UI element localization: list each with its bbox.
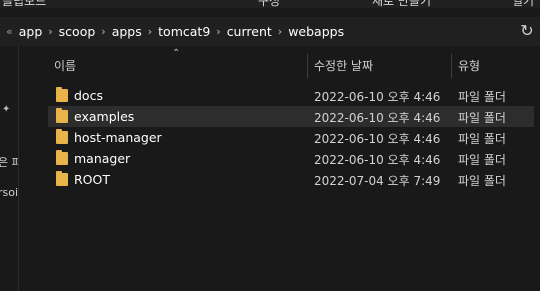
file-row[interactable]: examples 2022-06-10 오후 4:46 파일 폴더 bbox=[48, 106, 534, 127]
chevron-right-icon[interactable]: › bbox=[214, 25, 222, 38]
file-date: 2022-06-10 오후 4:46 bbox=[314, 90, 441, 104]
file-type: 파일 폴더 bbox=[458, 153, 506, 167]
file-type: 파일 폴더 bbox=[458, 90, 506, 104]
nav-item-fragment[interactable]: 은 파 bbox=[0, 154, 18, 170]
chevron-right-icon[interactable]: › bbox=[276, 25, 284, 38]
column-divider[interactable] bbox=[451, 54, 452, 78]
breadcrumb-item-webapps[interactable]: webapps bbox=[284, 24, 348, 39]
column-header-name[interactable]: 이름 bbox=[54, 57, 76, 74]
folder-icon bbox=[56, 129, 68, 144]
folder-icon bbox=[56, 108, 68, 123]
breadcrumb-item-tomcat9[interactable]: tomcat9 bbox=[154, 24, 214, 39]
file-row[interactable]: manager 2022-06-10 오후 4:46 파일 폴더 bbox=[48, 148, 534, 169]
ribbon-new-label: 새로 만들기 bbox=[372, 0, 432, 8]
pin-icon: ✦ bbox=[2, 104, 11, 115]
folder-icon bbox=[56, 150, 68, 165]
chevron-right-icon[interactable]: › bbox=[146, 25, 154, 38]
breadcrumb-item-scoop[interactable]: scoop bbox=[55, 24, 100, 39]
ribbon-open-label: 열기 bbox=[512, 0, 535, 8]
breadcrumb-item-current[interactable]: current bbox=[223, 24, 276, 39]
column-divider[interactable] bbox=[307, 54, 308, 78]
file-row[interactable]: docs 2022-06-10 오후 4:46 파일 폴더 bbox=[48, 85, 534, 106]
file-row[interactable]: host-manager 2022-06-10 오후 4:46 파일 폴더 bbox=[48, 127, 534, 148]
chevron-right-icon[interactable]: › bbox=[99, 25, 107, 38]
ribbon-clipboard-label: 클립보드 bbox=[2, 0, 47, 8]
sort-up-icon: ⌃ bbox=[172, 48, 181, 59]
file-date: 2022-07-04 오후 7:49 bbox=[314, 174, 441, 188]
file-name: manager bbox=[74, 151, 131, 166]
file-date: 2022-06-10 오후 4:46 bbox=[314, 132, 441, 146]
file-type: 파일 폴더 bbox=[458, 132, 506, 146]
file-name: examples bbox=[74, 109, 135, 124]
folder-icon bbox=[56, 87, 68, 102]
refresh-icon[interactable]: ↻ bbox=[518, 22, 536, 40]
file-name: docs bbox=[74, 88, 103, 103]
file-name: host-manager bbox=[74, 130, 162, 145]
navigation-pane[interactable]: ✦ 은 파 rsoi bbox=[0, 46, 19, 291]
ribbon-organize-label: 구성 bbox=[258, 0, 281, 8]
overflow-chevron-icon[interactable]: « bbox=[0, 25, 15, 38]
breadcrumb-item-app[interactable]: app bbox=[15, 24, 47, 39]
file-type: 파일 폴더 bbox=[458, 111, 506, 125]
breadcrumb: « app › scoop › apps › tomcat9 › current… bbox=[0, 17, 348, 46]
file-date: 2022-06-10 오후 4:46 bbox=[314, 111, 441, 125]
nav-item-fragment[interactable]: rsoi bbox=[0, 186, 18, 199]
file-type: 파일 폴더 bbox=[458, 174, 506, 188]
file-row[interactable]: ROOT 2022-07-04 오후 7:49 파일 폴더 bbox=[48, 169, 534, 190]
breadcrumb-item-apps[interactable]: apps bbox=[108, 24, 146, 39]
chevron-right-icon[interactable]: › bbox=[46, 25, 54, 38]
folder-icon bbox=[56, 171, 68, 186]
column-header-type[interactable]: 유형 bbox=[458, 57, 480, 74]
file-name: ROOT bbox=[74, 172, 110, 187]
ribbon-fragment: 클립보드 구성 새로 만들기 열기 bbox=[0, 0, 540, 8]
file-date: 2022-06-10 오후 4:46 bbox=[314, 153, 441, 167]
column-header-date[interactable]: 수정한 날짜 bbox=[314, 57, 373, 74]
